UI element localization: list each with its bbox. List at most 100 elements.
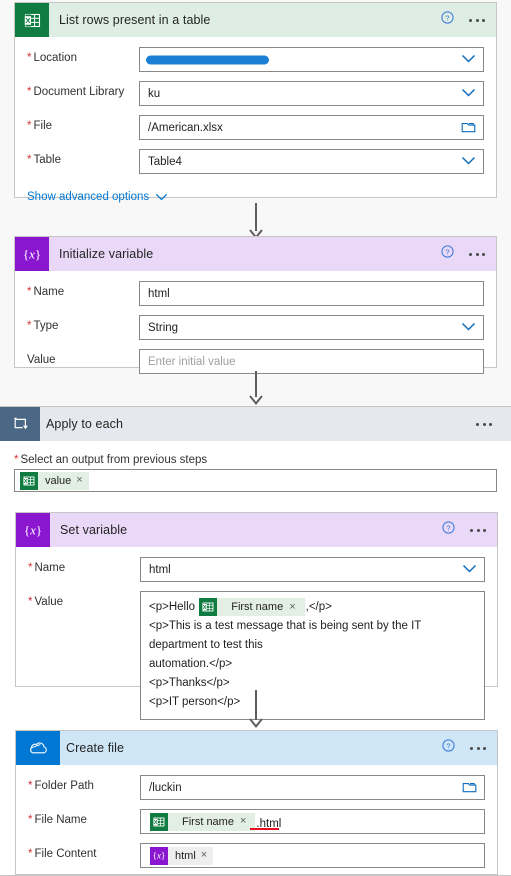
excel-icon: X xyxy=(150,812,168,831)
file-content-input[interactable]: {x} html × xyxy=(140,843,485,868)
document-library-dropdown[interactable]: ku xyxy=(139,81,484,106)
onedrive-icon xyxy=(16,731,60,765)
help-icon[interactable]: ? xyxy=(441,245,454,263)
svg-text:{x}: {x} xyxy=(24,523,42,538)
token-label: html xyxy=(175,849,196,862)
folder-picker-icon[interactable] xyxy=(461,120,476,136)
field-label-set-value: * Value xyxy=(28,596,64,608)
chevron-down-icon xyxy=(155,193,168,201)
select-output-label: * Select an output from previous steps xyxy=(14,454,208,466)
more-options-icon[interactable] xyxy=(467,15,487,26)
excel-icon: X xyxy=(199,598,218,616)
step-card-set-variable[interactable]: {x} Set variable ? * Name html * Value <… xyxy=(15,512,498,721)
help-icon[interactable]: ? xyxy=(442,739,455,757)
token-label: First name xyxy=(182,815,234,828)
set-variable-value-editor[interactable]: <p>Hello X First name × ,</p> <p>This is… xyxy=(140,591,485,721)
chevron-down-icon xyxy=(461,156,476,168)
token-remove-icon[interactable]: × xyxy=(240,816,255,827)
svg-text:X: X xyxy=(154,820,158,826)
field-row-location: *Location ~~~~~~~~~~~~~~ xyxy=(27,47,484,72)
token-remove-icon[interactable]: × xyxy=(289,601,304,613)
variable-value-placeholder: Enter initial value xyxy=(148,355,236,368)
svg-text:{x}: {x} xyxy=(23,247,41,262)
variable-icon: {x} xyxy=(16,513,50,547)
variable-icon: {x} xyxy=(15,237,49,271)
file-name-input[interactable]: X First name × .html xyxy=(140,809,485,834)
help-icon[interactable]: ? xyxy=(441,11,454,29)
file-input[interactable]: /American.xlsx xyxy=(139,115,484,140)
chevron-down-icon xyxy=(461,88,476,100)
token-first-name[interactable]: X First name × xyxy=(199,598,305,616)
more-options-icon[interactable] xyxy=(468,525,488,536)
field-label-file: * File xyxy=(27,120,53,132)
help-icon[interactable]: ? xyxy=(442,521,455,539)
show-advanced-options-link[interactable]: Show advanced options xyxy=(27,191,168,203)
card-header-list-rows[interactable]: X List rows present in a table ? xyxy=(15,3,496,37)
table-value: Table4 xyxy=(148,155,182,168)
field-label-document-library: * Document Library xyxy=(27,86,125,98)
select-output-input[interactable]: X value × xyxy=(14,469,497,492)
field-label-set-name: * Name xyxy=(28,562,66,574)
token-remove-icon[interactable]: × xyxy=(76,475,88,486)
field-row-file-content: * File Content {x} html × xyxy=(28,843,485,868)
card-header-initialize-variable[interactable]: {x} Initialize variable ? xyxy=(15,237,496,271)
step-card-initialize-variable[interactable]: {x} Initialize variable ? * Name html * … xyxy=(14,236,497,374)
card-title: Apply to each xyxy=(46,417,124,431)
card-title: Create file xyxy=(66,741,125,755)
token-html-variable[interactable]: {x} html × xyxy=(150,846,214,865)
table-dropdown[interactable]: Table4 xyxy=(139,149,484,174)
token-label: value xyxy=(45,474,72,487)
svg-text:?: ? xyxy=(445,13,449,22)
svg-text:{x}: {x} xyxy=(153,850,166,860)
more-options-icon[interactable] xyxy=(468,743,488,754)
redaction-mark xyxy=(146,55,269,64)
field-label-file-content: * File Content xyxy=(28,848,97,860)
folder-path-value: /luckin xyxy=(149,781,182,794)
power-automate-flow-canvas: X List rows present in a table ? * Locati… xyxy=(0,0,511,876)
svg-text:X: X xyxy=(24,479,28,485)
card-header-create-file[interactable]: Create file ? xyxy=(16,731,497,765)
card-body-list-rows: *Location ~~~~~~~~~~~~~~ *Document Libra… xyxy=(15,37,496,217)
step-card-apply-to-each[interactable]: Apply to each * Select an output from pre… xyxy=(0,406,511,876)
set-variable-name-value: html xyxy=(149,563,171,576)
field-row-file-name: * File Name X First name × .html xyxy=(28,809,485,834)
set-variable-name-dropdown[interactable]: html xyxy=(140,557,485,582)
card-header-set-variable[interactable]: {x} Set variable ? xyxy=(16,513,497,547)
file-value: /American.xlsx xyxy=(148,121,223,134)
field-row-document-library: * Document Library ku xyxy=(27,81,484,106)
svg-text:X: X xyxy=(25,16,30,25)
card-header-apply-to-each[interactable]: Apply to each xyxy=(0,407,511,441)
card-title: Initialize variable xyxy=(59,247,154,261)
field-label-name: * Name xyxy=(27,286,65,298)
chevron-down-icon xyxy=(461,54,476,66)
step-card-create-file[interactable]: Create file ? * Folder Path /luckin * Fi… xyxy=(15,730,498,875)
more-options-icon[interactable] xyxy=(474,419,494,430)
excel-icon: X xyxy=(20,471,38,490)
field-row-folder-path: * Folder Path /luckin xyxy=(28,775,485,800)
value-line-1: <p>Hello X First name × ,</p> xyxy=(149,598,476,617)
spellcheck-underline xyxy=(250,828,279,830)
step-card-list-rows[interactable]: X List rows present in a table ? * Locati… xyxy=(14,2,497,203)
folder-picker-icon[interactable] xyxy=(462,780,477,796)
card-body-create-file: * Folder Path /luckin * File Name X Firs… xyxy=(16,765,497,876)
value-line-2: <p>This is a test message that is being … xyxy=(149,620,422,652)
excel-icon: X xyxy=(15,3,49,37)
token-first-name[interactable]: X First name × xyxy=(150,812,256,831)
field-row-table: * Table Table4 xyxy=(27,149,484,174)
variable-name-input[interactable]: html xyxy=(139,281,484,306)
variable-type-dropdown[interactable]: String xyxy=(139,315,484,340)
field-row-name: * Name html xyxy=(27,281,484,306)
apply-to-each-output-selector: *Select an output from previous steps X xyxy=(0,441,511,492)
more-options-icon[interactable] xyxy=(467,249,487,260)
location-dropdown[interactable]: ~~~~~~~~~~~~~~ xyxy=(139,47,484,72)
svg-text:X: X xyxy=(203,605,207,611)
variable-name-value: html xyxy=(148,287,170,300)
card-title: Set variable xyxy=(60,523,128,537)
token-value[interactable]: X value × xyxy=(20,471,89,490)
variable-value-input[interactable]: Enter initial value xyxy=(139,349,484,374)
value-line-5: <p>IT person</p> xyxy=(149,696,241,709)
svg-text:?: ? xyxy=(446,741,450,750)
value-line-4: <p>Thanks</p> xyxy=(149,677,230,690)
token-remove-icon[interactable]: × xyxy=(201,850,213,861)
folder-path-input[interactable]: /luckin xyxy=(140,775,485,800)
